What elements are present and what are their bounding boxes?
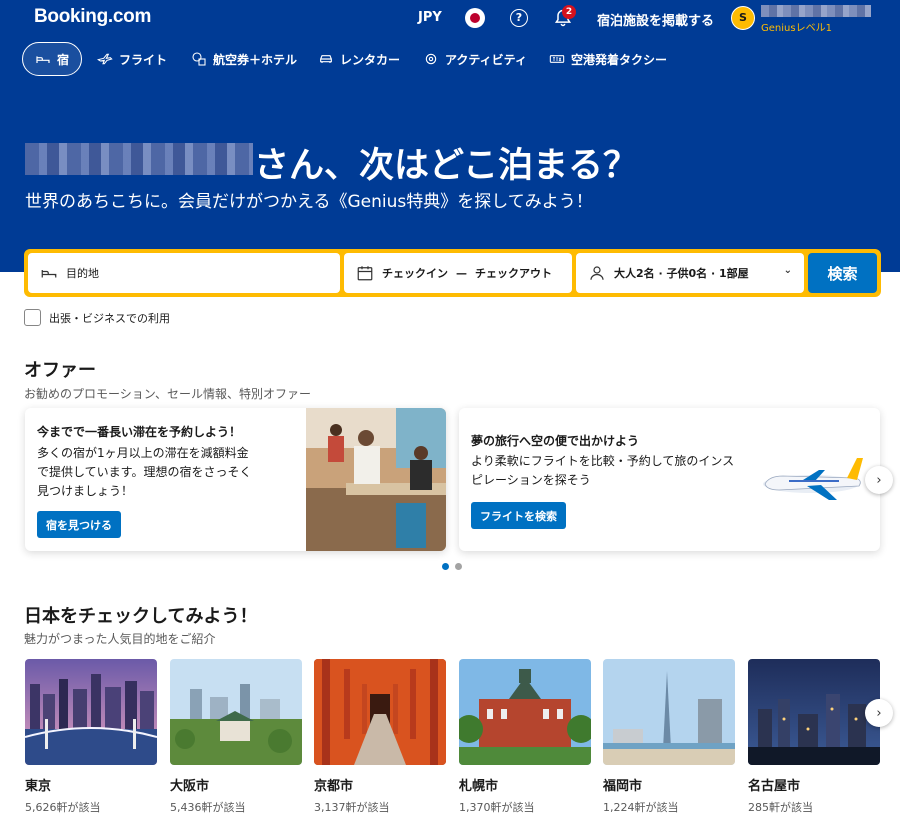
business-travel-label: 出張・ビジネスでの利用 [49, 311, 170, 325]
person-icon [590, 266, 604, 280]
chevron-right-icon: › [876, 472, 882, 488]
nav-label: 空港発着タクシー [571, 52, 668, 67]
destination-name: 京都市 [314, 779, 354, 794]
tokyo-photo [24, 659, 158, 765]
flight-hotel-icon [192, 52, 206, 66]
taxi-icon [549, 55, 565, 63]
nav-tab-taxi[interactable]: 空港発着タクシー [549, 42, 667, 76]
destination-count: 3,137軒が該当 [314, 801, 390, 814]
destination-card-sapporo[interactable]: 札幌市 1,370軒が該当 [455, 659, 595, 815]
carousel-dots [442, 563, 462, 570]
destination-count: 1,224軒が該当 [603, 801, 679, 814]
search-flights-button[interactable]: フライトを検索 [471, 502, 566, 529]
nav-label: 宿 [57, 52, 70, 67]
chevron-right-icon: › [876, 705, 882, 721]
carousel-next-button[interactable]: › [865, 466, 893, 494]
destination-count: 5,436軒が該当 [170, 801, 246, 814]
business-travel-checkbox[interactable]: 出張・ビジネスでの利用 [24, 309, 170, 326]
destination-count: 5,626軒が該当 [25, 801, 101, 814]
offer-text-line: で提供しています。理想の宿をさっそく [37, 465, 252, 479]
nav-label: フライト [119, 52, 168, 67]
destination-card-nagoya[interactable]: 名古屋市 285軒が該当 [748, 659, 880, 815]
destination-card-osaka[interactable]: 大阪市 5,436軒が該当 [170, 659, 302, 815]
fukuoka-photo [603, 659, 735, 765]
japan-subtitle: 魅力がつまった人気目的地をご紹介 [24, 632, 216, 646]
nav-tab-stays[interactable]: 宿 [22, 42, 83, 76]
offer-text-line: 多くの宿が1ヶ月以上の滞在を減額料金 [37, 446, 249, 460]
nav-tab-car-rental[interactable]: レンタカー [318, 42, 400, 76]
nav-label: アクティビティ [445, 52, 527, 67]
activities-icon [425, 53, 437, 65]
offers-subtitle: お勧めのプロモーション、セール情報、特別オファー [24, 387, 312, 401]
page-title: さん、次はどこ泊まる？ [254, 146, 638, 186]
checkout-label: チェックアウト [475, 267, 552, 280]
offer-heading: 今までで一番長い滞在を予約しよう！ [37, 425, 242, 439]
nagoya-photo [748, 659, 880, 765]
search-bar: 目的地 チェックイン — チェックアウト 大人2名 · 子供0名 · 1部屋 ⌄… [24, 249, 881, 297]
bed-icon [36, 56, 50, 63]
find-stays-button[interactable]: 宿を見つける [37, 511, 121, 538]
guests-selector[interactable]: 大人2名 · 子供0名 · 1部屋 ⌄ [576, 253, 804, 293]
offer-text-line: 見つけましょう！ [37, 484, 134, 498]
calendar-icon [357, 266, 373, 281]
page-subtitle: 世界のあちこちに。会員だけがつかえる《Genius特典》を探してみよう！ [25, 192, 593, 212]
destination-count: 285軒が該当 [748, 801, 813, 814]
cafe-people-photo [306, 408, 446, 551]
currency-selector[interactable]: JPY [418, 10, 442, 25]
car-icon [320, 55, 332, 63]
japan-flag-icon[interactable] [465, 8, 485, 28]
guests-label: 大人2名 · 子供0名 · 1部屋 [614, 267, 749, 280]
carousel-dot-active[interactable] [442, 563, 449, 570]
main-nav: 宿 フライト 航空券＋ホテル レンタカー アクティビティ 空港発着タクシー [0, 42, 900, 76]
destination-card-fukuoka[interactable]: 福岡市 1,224軒が該当 [603, 659, 735, 815]
destination-name: 東京 [25, 779, 52, 794]
bed-icon [41, 270, 57, 278]
booking-logo[interactable]: Booking.com [34, 6, 151, 28]
plane-icon [97, 53, 113, 65]
date-picker[interactable]: チェックイン — チェックアウト [344, 253, 572, 293]
destination-name: 名古屋市 [748, 779, 801, 794]
destination-card-tokyo[interactable]: 東京 5,626軒が該当 [24, 659, 158, 815]
destination-input[interactable]: 目的地 [28, 253, 340, 293]
list-property-link[interactable]: 宿泊施設を掲載する [597, 10, 714, 29]
offer-card-flights[interactable]: 夢の旅行へ空の便で出かけよう より柔軟にフライトを比較・予約して旅のインス ピレ… [459, 408, 880, 551]
offer-text-line: ピレーションを探そう [471, 473, 591, 487]
nav-tab-flights[interactable]: フライト [97, 42, 167, 76]
username-redacted-title [25, 143, 253, 175]
checkbox[interactable] [24, 309, 41, 326]
destination-card-kyoto[interactable]: 京都市 3,137軒が該当 [314, 659, 446, 815]
genius-level-label: Geniusレベル1 [761, 23, 832, 34]
nav-label: 航空券＋ホテル [213, 52, 298, 67]
destination-name: 札幌市 [459, 779, 499, 794]
destination-count: 1,370軒が該当 [459, 801, 535, 814]
airplane-illustration [763, 458, 863, 500]
nav-label: レンタカー [340, 52, 401, 67]
sapporo-photo [455, 659, 595, 765]
offer-heading: 夢の旅行へ空の便で出かけよう [471, 434, 640, 448]
header-hero [0, 0, 900, 272]
destination-placeholder: 目的地 [66, 267, 99, 280]
offers-title: オファー [24, 360, 96, 381]
osaka-photo [170, 659, 302, 765]
notification-badge: 2 [562, 5, 576, 19]
japan-title: 日本をチェックしてみよう！ [24, 606, 258, 627]
chevron-down-icon: ⌄ [783, 265, 792, 276]
carousel-dot[interactable] [455, 563, 462, 570]
top-bar: Booking.com JPY ? 2 宿泊施設を掲載する S Geniusレベ… [0, 0, 900, 36]
nav-tab-flight-hotel[interactable]: 航空券＋ホテル [191, 42, 297, 76]
offer-text-line: より柔軟にフライトを比較・予約して旅のインス [471, 454, 735, 468]
help-icon[interactable]: ? [510, 9, 528, 27]
checkin-label: チェックイン [382, 267, 448, 280]
destinations-next-button[interactable]: › [865, 699, 893, 727]
kyoto-photo [314, 659, 446, 765]
offer-card-long-stay[interactable]: 今までで一番長い滞在を予約しよう！ 多くの宿が1ヶ月以上の滞在を減額料金 で提供… [25, 408, 446, 551]
flag-circle [470, 13, 480, 23]
avatar[interactable]: S [731, 6, 755, 30]
search-button[interactable]: 検索 [808, 253, 877, 293]
destination-name: 大阪市 [170, 779, 210, 794]
date-separator: — [456, 266, 467, 280]
nav-tab-activities[interactable]: アクティビティ [423, 42, 527, 76]
destination-name: 福岡市 [603, 779, 643, 794]
username-redacted[interactable] [761, 5, 871, 17]
